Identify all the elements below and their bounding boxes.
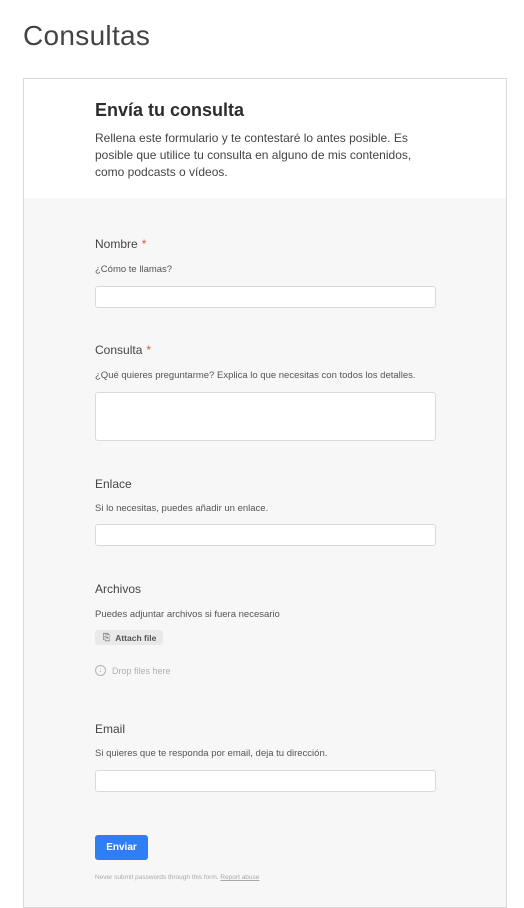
footer-note-text: Never submit passwords through this form…: [95, 874, 219, 881]
required-indicator: *: [141, 237, 147, 251]
enlace-input[interactable]: [95, 524, 436, 546]
nombre-input[interactable]: [95, 286, 436, 308]
archivos-label: Archivos: [95, 582, 142, 596]
report-abuse-link[interactable]: Report abuse: [220, 874, 259, 881]
form-heading: Envía tu consulta: [95, 100, 245, 120]
field-nombre: Nombre *: [95, 237, 146, 251]
email-input[interactable]: [95, 770, 436, 792]
consulta-textarea[interactable]: [95, 392, 436, 441]
enlace-hint: Si lo necesitas, puedes añadir un enlace…: [95, 503, 269, 514]
enlace-label: Enlace: [95, 477, 132, 491]
contact-form: Envía tu consulta Rellena este formulari…: [23, 78, 507, 908]
field-consulta: Consulta *: [95, 343, 151, 357]
download-arrow-icon: ↓: [95, 665, 106, 676]
archivos-hint: Puedes adjuntar archivos si fuera necesa…: [95, 609, 280, 620]
drop-zone-label: Drop files here: [112, 665, 171, 676]
drop-zone[interactable]: ↓ Drop files here: [95, 665, 171, 676]
form-header: Envía tu consulta Rellena este formulari…: [24, 79, 506, 198]
nombre-hint: ¿Cómo te llamas?: [95, 264, 173, 275]
form-intro: Rellena este formulario y te contestaré …: [95, 131, 412, 179]
attach-file-button[interactable]: ⎘ Attach file: [95, 630, 164, 645]
page-title: Consultas: [23, 20, 151, 51]
paperclip-icon: ⎘: [103, 632, 111, 642]
submit-button[interactable]: Enviar: [95, 835, 148, 860]
email-hint: Si quieres que te responda por email, de…: [95, 748, 328, 759]
consulta-label-text: Consulta: [95, 343, 143, 357]
nombre-label-text: Nombre: [95, 237, 138, 251]
consulta-hint: ¿Qué quieres preguntarme? Explica lo que…: [95, 370, 416, 381]
email-label: Email: [95, 722, 126, 736]
required-indicator: *: [146, 343, 152, 357]
footer-note: Never submit passwords through this form…: [95, 874, 259, 881]
consulta-label: Consulta *: [95, 343, 151, 357]
nombre-label: Nombre *: [95, 237, 146, 251]
attach-file-label: Attach file: [115, 632, 157, 643]
